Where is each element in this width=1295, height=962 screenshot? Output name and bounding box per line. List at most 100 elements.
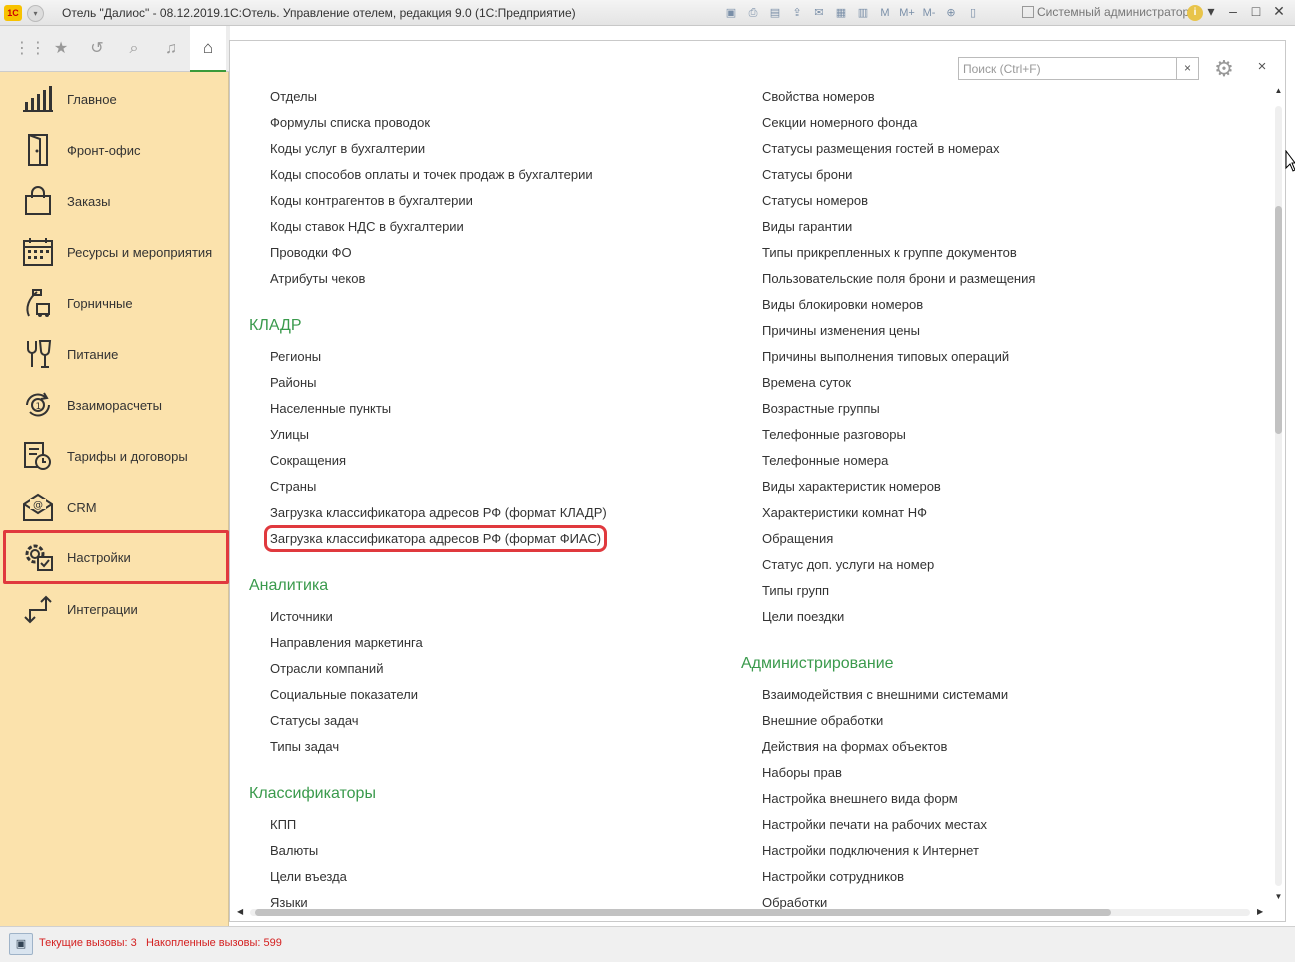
link-item[interactable]: КПП <box>270 817 296 832</box>
current-user[interactable]: Системный администратор <box>1022 5 1189 19</box>
link-item[interactable]: Цели въезда <box>270 869 347 884</box>
horizontal-scrollbar[interactable]: ◀ ▶ <box>235 907 1270 918</box>
link-item[interactable]: Страны <box>270 479 316 494</box>
link-item[interactable]: Проводки ФО <box>270 245 352 260</box>
link-item[interactable]: Внешние обработки <box>762 713 883 728</box>
link-item[interactable]: Виды гарантии <box>762 219 852 234</box>
sidebar-item-integrations[interactable]: Интеграции <box>8 586 224 632</box>
calendar-small-icon[interactable]: ▥ <box>854 4 872 22</box>
link-item[interactable]: Атрибуты чеков <box>270 271 365 286</box>
link-fias-classifier-load[interactable]: Загрузка классификатора адресов РФ (форм… <box>263 525 608 552</box>
memory-m-button[interactable]: M <box>876 4 894 22</box>
scroll-thumb[interactable] <box>1275 206 1282 434</box>
scroll-down-arrow-icon[interactable]: ▼ <box>1273 892 1284 901</box>
link-item[interactable]: Настройка внешнего вида форм <box>762 791 958 806</box>
print-icon[interactable]: ⎙ <box>744 4 762 22</box>
memory-minus-button[interactable]: M- <box>920 4 938 22</box>
home-icon[interactable]: ⌂ <box>190 26 226 72</box>
link-item[interactable]: Статусы задач <box>270 713 359 728</box>
link-item[interactable]: Секции номерного фонда <box>762 115 917 130</box>
link-item[interactable]: Статусы размещения гостей в номерах <box>762 141 1000 156</box>
sidebar-item-tariffs[interactable]: Тарифы и договоры <box>8 433 224 479</box>
link-item[interactable]: Возрастные группы <box>762 401 880 416</box>
scroll-right-arrow-icon[interactable]: ▶ <box>1257 907 1263 916</box>
main-menu-button[interactable]: ▾ <box>27 5 44 22</box>
link-item[interactable]: Загрузка классификатора адресов РФ (форм… <box>270 505 607 520</box>
link-item[interactable]: Цели поездки <box>762 609 844 624</box>
zoom-icon[interactable]: ⊕ <box>942 4 960 22</box>
link-item[interactable]: Районы <box>270 375 316 390</box>
scroll-left-arrow-icon[interactable]: ◀ <box>237 907 243 916</box>
link-item[interactable]: Наборы прав <box>762 765 842 780</box>
window-close-button[interactable]: ✕ <box>1268 3 1290 20</box>
link-item[interactable]: Настройки сотрудников <box>762 869 904 884</box>
link-item[interactable]: Настройки подключения к Интернет <box>762 843 979 858</box>
sidebar-item-main[interactable]: Главное <box>8 76 224 122</box>
save-icon[interactable]: ▣ <box>722 4 740 22</box>
link-item[interactable]: Отделы <box>270 89 317 104</box>
star-icon[interactable]: ★ <box>51 39 71 59</box>
upload-icon[interactable]: ⇪ <box>788 4 806 22</box>
link-item[interactable]: Коды ставок НДС в бухгалтерии <box>270 219 464 234</box>
link-item[interactable]: Характеристики комнат НФ <box>762 505 927 520</box>
send-icon[interactable]: ✉ <box>810 4 828 22</box>
sidebar-item-settings[interactable]: Настройки <box>3 530 229 584</box>
link-item[interactable]: Формулы списка проводок <box>270 115 430 130</box>
calculator-icon[interactable]: ▦ <box>832 4 850 22</box>
sidebar-item-maids[interactable]: Горничные <box>8 280 224 326</box>
link-item[interactable]: Направления маркетинга <box>270 635 423 650</box>
link-item[interactable]: Причины изменения цены <box>762 323 920 338</box>
hscroll-thumb[interactable] <box>255 909 1111 916</box>
history-icon[interactable]: ↺ <box>87 39 107 59</box>
link-item[interactable]: Времена суток <box>762 375 851 390</box>
gear-icon[interactable]: ⚙ <box>1210 57 1238 83</box>
link-item[interactable]: Телефонные разговоры <box>762 427 906 442</box>
link-item[interactable]: Улицы <box>270 427 309 442</box>
vertical-scrollbar[interactable]: ▲ ▼ <box>1273 86 1284 906</box>
link-item[interactable]: Свойства номеров <box>762 89 875 104</box>
link-item[interactable]: Коды контрагентов в бухгалтерии <box>270 193 473 208</box>
scroll-up-arrow-icon[interactable]: ▲ <box>1273 86 1284 95</box>
link-item[interactable]: Типы задач <box>270 739 339 754</box>
link-item[interactable]: Отрасли компаний <box>270 661 383 676</box>
link-item[interactable]: Телефонные номера <box>762 453 888 468</box>
monitor-icon[interactable]: ▣ <box>9 933 33 955</box>
link-item[interactable]: Типы прикрепленных к группе документов <box>762 245 1017 260</box>
link-item[interactable]: Источники <box>270 609 333 624</box>
link-item[interactable]: Статус доп. услуги на номер <box>762 557 934 572</box>
link-item[interactable]: Виды характеристик номеров <box>762 479 941 494</box>
link-item[interactable]: Социальные показатели <box>270 687 418 702</box>
link-item[interactable]: Сокращения <box>270 453 346 468</box>
link-item[interactable]: Виды блокировки номеров <box>762 297 923 312</box>
sidebar-item-resources[interactable]: Ресурсы и мероприятия <box>8 229 224 275</box>
link-item[interactable]: Причины выполнения типовых операций <box>762 349 1009 364</box>
link-item[interactable]: Статусы номеров <box>762 193 868 208</box>
sidebar-item-settlements[interactable]: 1 Взаиморасчеты <box>8 382 224 428</box>
sidebar-item-front-office[interactable]: Фронт-офис <box>8 127 224 173</box>
link-item[interactable]: Взаимодействия с внешними системами <box>762 687 1008 702</box>
search-clear-button[interactable]: × <box>1177 57 1199 80</box>
search-icon[interactable]: ⌕ <box>124 39 144 59</box>
link-item[interactable]: Обращения <box>762 531 833 546</box>
maximize-button[interactable]: □ <box>1245 3 1267 19</box>
link-item[interactable]: Пользовательские поля брони и размещения <box>762 271 1035 286</box>
link-item[interactable]: Коды способов оплаты и точек продаж в бу… <box>270 167 593 182</box>
link-item[interactable]: Статусы брони <box>762 167 852 182</box>
link-item[interactable]: Валюты <box>270 843 318 858</box>
link-item[interactable]: Действия на формах объектов <box>762 739 947 754</box>
panels-icon[interactable]: ▯ <box>964 4 982 22</box>
sidebar-item-orders[interactable]: Заказы <box>8 178 224 224</box>
minimize-button[interactable]: – <box>1222 3 1244 19</box>
memory-plus-button[interactable]: M+ <box>898 4 916 22</box>
sidebar-item-food[interactable]: Питание <box>8 331 224 377</box>
sidebar-item-crm[interactable]: @ CRM <box>8 484 224 530</box>
link-item[interactable]: Коды услуг в бухгалтерии <box>270 141 425 156</box>
panel-close-button[interactable]: × <box>1254 59 1270 75</box>
link-item[interactable]: Населенные пункты <box>270 401 391 416</box>
link-item[interactable]: Настройки печати на рабочих местах <box>762 817 987 832</box>
preview-icon[interactable]: ▤ <box>766 4 784 22</box>
bell-icon[interactable]: ♫ <box>161 39 181 59</box>
link-item[interactable]: Регионы <box>270 349 321 364</box>
window-menu-arrow[interactable]: ▾ <box>1200 3 1222 20</box>
apps-grid-icon[interactable]: ⋮⋮ <box>14 39 46 59</box>
